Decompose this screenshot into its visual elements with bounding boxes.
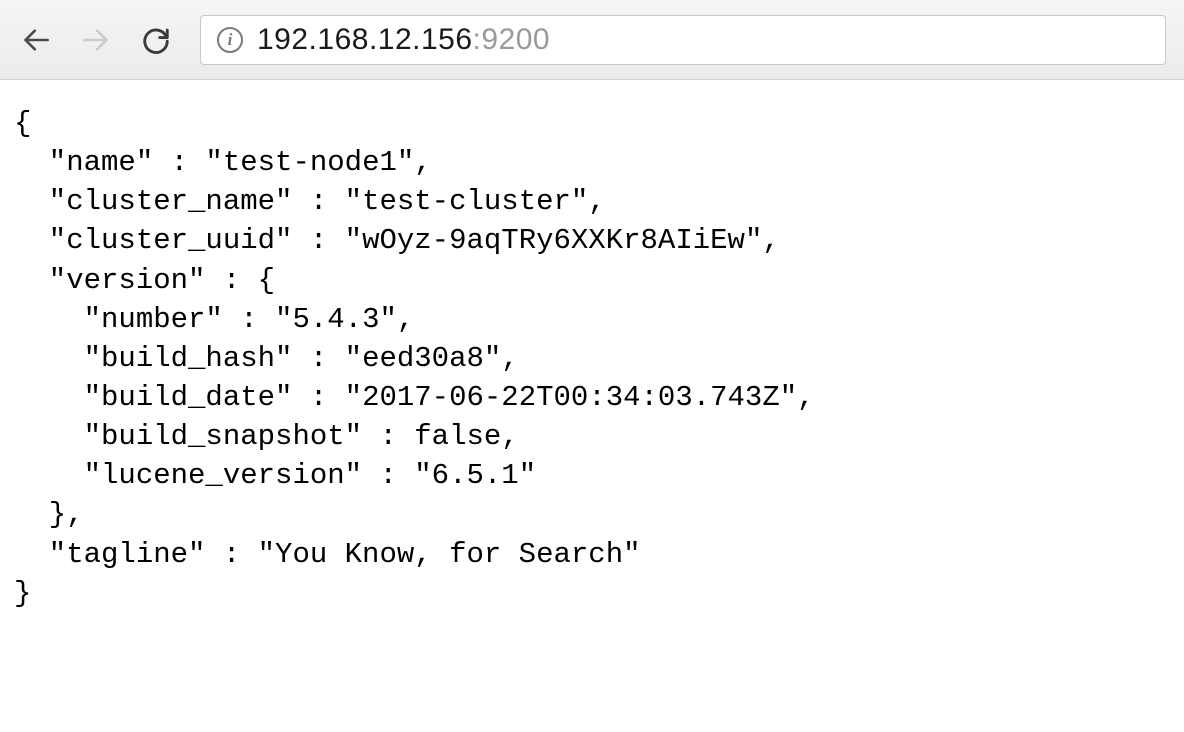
info-icon[interactable]: i (217, 27, 243, 53)
address-bar[interactable]: i 192.168.12.156:9200 (200, 15, 1166, 65)
json-build-hash: eed30a8 (362, 342, 484, 375)
arrow-left-icon (22, 26, 50, 54)
json-cluster-name: test-cluster (362, 185, 571, 218)
url-port: :9200 (473, 23, 551, 56)
json-version-number: 5.4.3 (292, 303, 379, 336)
json-tagline: You Know, for Search (275, 538, 623, 571)
page-content: { "name" : "test-node1", "cluster_name" … (0, 80, 1184, 637)
json-build-snapshot: false (414, 420, 501, 453)
back-button[interactable] (18, 22, 54, 58)
browser-toolbar: i 192.168.12.156:9200 (0, 0, 1184, 80)
json-response: { "name" : "test-node1", "cluster_name" … (14, 104, 1170, 613)
url-text: 192.168.12.156:9200 (257, 23, 550, 57)
json-name: test-node1 (223, 146, 397, 179)
url-host: 192.168.12.156 (257, 23, 473, 56)
nav-buttons (18, 22, 182, 58)
json-cluster-uuid: wOyz-9aqTRy6XXKr8AIiEw (362, 224, 745, 257)
reload-icon (141, 25, 171, 55)
json-lucene-version: 6.5.1 (432, 459, 519, 492)
json-build-date: 2017-06-22T00:34:03.743Z (362, 381, 780, 414)
forward-button[interactable] (78, 22, 114, 58)
arrow-right-icon (82, 26, 110, 54)
reload-button[interactable] (138, 22, 174, 58)
